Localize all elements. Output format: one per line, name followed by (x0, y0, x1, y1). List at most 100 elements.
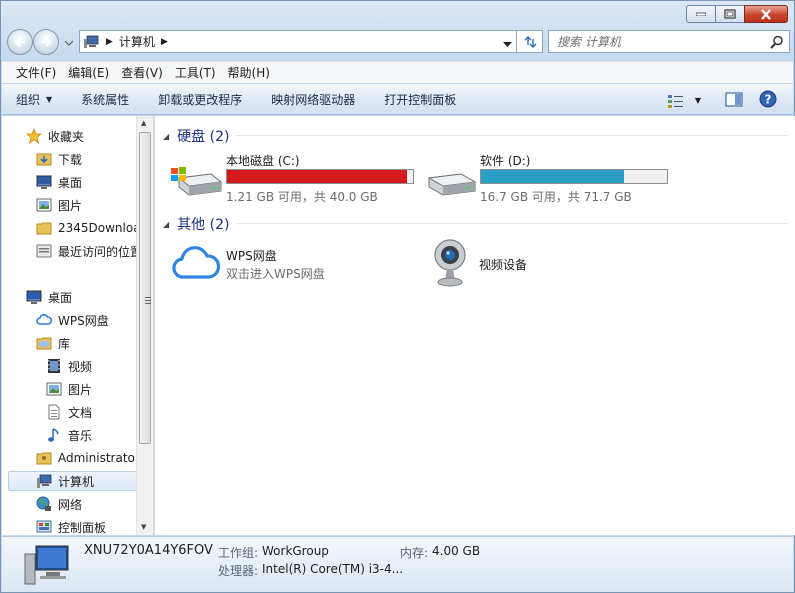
video-device-label: 视频设备 (479, 258, 528, 272)
control-panel-icon (36, 519, 52, 535)
menu-help[interactable]: 帮助(H) (222, 64, 276, 81)
nav-control-panel[interactable]: 控制面板 (36, 517, 106, 535)
back-button[interactable] (7, 29, 33, 55)
address-row: ▶ 计算机 ▶ (5, 27, 790, 57)
windows-drive-icon (171, 167, 223, 196)
nav-computer[interactable]: 计算机 (8, 471, 138, 491)
uninstall-program-button[interactable]: 卸载或更改程序 (158, 91, 242, 108)
nav-label: 网络 (58, 497, 83, 512)
history-dropdown[interactable] (64, 35, 74, 49)
details-pane: XNU72Y0A14Y6FOV 工作组: WorkGroup 内存: 4.00 … (2, 536, 793, 592)
nav-videos[interactable]: 视频 (46, 356, 92, 376)
nav-wps-cloud[interactable]: WPS网盘 (36, 310, 109, 330)
nav-label: 下载 (58, 152, 83, 167)
nav-administrator[interactable]: Administrator (36, 448, 140, 468)
menu-edit[interactable]: 编辑(E) (62, 64, 115, 81)
chevron-down-icon: ▼ (46, 94, 53, 104)
document-icon (46, 404, 62, 420)
drive-c-info: 1.21 GB 可用，共 40.0 GB (226, 190, 378, 204)
view-controls: ▼ ? (667, 90, 777, 111)
system-properties-button[interactable]: 系统属性 (81, 91, 129, 108)
search-icon[interactable] (770, 35, 784, 52)
scroll-down-arrow[interactable]: ▼ (141, 523, 146, 531)
nav-scrollbar[interactable]: ▲ ▼ (136, 116, 153, 535)
nav-label: 视频 (68, 359, 93, 374)
workgroup-value: WorkGroup (262, 544, 329, 558)
organize-button[interactable]: 组织 ▼ (16, 91, 52, 108)
group-header-other[interactable]: ◢ 其他 (2) (163, 214, 229, 234)
address-bar[interactable]: ▶ 计算机 ▶ (79, 30, 517, 53)
video-device-item[interactable]: 视频设备 (431, 238, 631, 288)
nav-label: 音乐 (68, 428, 93, 443)
memory-value: 4.00 GB (432, 544, 481, 558)
video-icon (46, 358, 62, 374)
search-input[interactable] (557, 34, 757, 49)
breadcrumb-separator[interactable]: ▶ (161, 37, 168, 47)
refresh-icon (524, 35, 536, 48)
maximize-button[interactable] (715, 5, 745, 23)
nav-music[interactable]: 音乐 (46, 425, 92, 445)
nav-desktop[interactable]: 桌面 (26, 287, 72, 307)
nav-libraries[interactable]: 库 (36, 333, 70, 353)
minimize-button[interactable] (686, 5, 716, 23)
drive-d[interactable]: 软件 (D:) 16.7 GB 可用，共 71.7 GB (425, 152, 675, 206)
search-box[interactable] (548, 30, 790, 53)
nav-desktop-fav[interactable]: 桌面 (36, 172, 82, 192)
breadcrumb-separator[interactable]: ▶ (106, 37, 113, 47)
drive-icon (427, 173, 477, 196)
scroll-thumb[interactable] (139, 132, 151, 444)
star-icon (25, 127, 43, 145)
close-button[interactable] (744, 5, 788, 23)
drive-d-name: 软件 (D:) (480, 154, 531, 168)
drive-c-usage-bar (226, 169, 414, 184)
recent-places-icon (36, 243, 52, 259)
nav-pictures[interactable]: 图片 (46, 379, 92, 399)
preview-pane-button[interactable] (725, 91, 743, 110)
nav-recent-places[interactable]: 最近访问的位置 (36, 241, 142, 261)
address-dropdown[interactable] (503, 37, 512, 51)
drive-c[interactable]: 本地磁盘 (C:) 1.21 GB 可用，共 40.0 GB (169, 152, 419, 206)
arrow-right-icon (41, 37, 52, 47)
workgroup-label: 工作组: (218, 546, 259, 560)
memory-label: 内存: (400, 546, 429, 560)
group-header-hdd[interactable]: ◢ 硬盘 (2) (163, 126, 229, 146)
chevron-down-icon: ▼ (694, 96, 701, 105)
map-network-drive-button[interactable]: 映射网络驱动器 (271, 91, 355, 108)
menu-file[interactable]: 文件(F) (10, 64, 62, 81)
nav-label: 图片 (58, 198, 83, 213)
library-icon (36, 335, 52, 351)
refresh-button[interactable] (517, 30, 543, 53)
nav-label: Administrator (58, 451, 140, 465)
nav-network[interactable]: 网络 (36, 494, 82, 514)
view-options-button[interactable]: ▼ (667, 94, 701, 108)
pictures-icon (36, 197, 52, 213)
webcam-icon (434, 239, 466, 287)
processor-value: Intel(R) Core(TM) i3-4... (262, 562, 404, 576)
menu-view[interactable]: 查看(V) (115, 64, 169, 81)
wps-cloud-item[interactable]: WPS网盘 双击进入WPS网盘 (169, 242, 409, 286)
nav-favorites[interactable]: 收藏夹 (25, 126, 84, 146)
breadcrumb-computer[interactable]: 计算机 (119, 33, 155, 50)
nav-downloads[interactable]: 下载 (36, 149, 82, 169)
collapse-triangle-icon[interactable]: ◢ (163, 220, 169, 229)
navigation-pane: 收藏夹 下载 桌面 图片 2345Downloads 最近访问的位置 桌面 WP… (2, 116, 154, 535)
pictures-icon (46, 381, 62, 397)
computer-icon (24, 545, 69, 585)
group-title: 硬盘 (2) (177, 129, 230, 145)
computer-name: XNU72Y0A14Y6FOV (84, 543, 213, 558)
open-control-panel-button[interactable]: 打开控制面板 (384, 91, 456, 108)
collapse-triangle-icon[interactable]: ◢ (163, 132, 169, 141)
wps-title: WPS网盘 (226, 249, 277, 263)
svg-text:?: ? (765, 93, 772, 107)
nav-documents[interactable]: 文档 (46, 402, 92, 422)
minimize-icon (696, 12, 706, 16)
preview-pane-icon (725, 91, 743, 107)
scroll-up-arrow[interactable]: ▲ (141, 119, 146, 127)
wps-cloud-icon (172, 246, 221, 279)
help-button[interactable]: ? (759, 90, 777, 111)
content-pane: ◢ 硬盘 (2) 本地磁盘 (C:) 1.21 GB 可用，共 40.0 GB (155, 116, 795, 535)
wps-subtitle: 双击进入WPS网盘 (226, 267, 325, 281)
forward-button[interactable] (33, 29, 59, 55)
nav-pictures-fav[interactable]: 图片 (36, 195, 82, 215)
menu-tools[interactable]: 工具(T) (169, 64, 222, 81)
